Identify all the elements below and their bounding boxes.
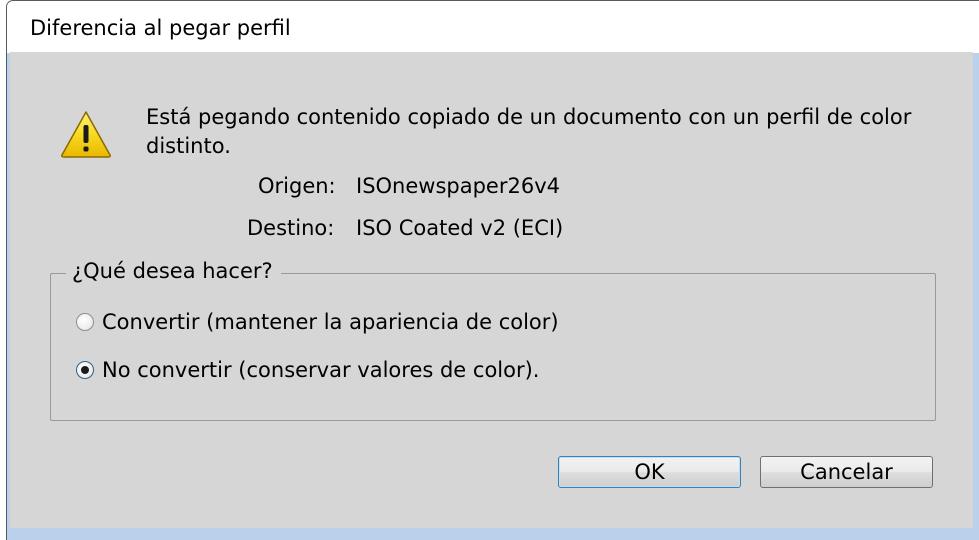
window-title: Diferencia al pegar perfil xyxy=(30,16,291,40)
ok-button[interactable]: OK xyxy=(558,456,741,488)
radio-no-convert-label[interactable]: No convertir (conservar valores de color… xyxy=(102,358,539,382)
radio-no-convert[interactable]: No convertir (conservar valores de color… xyxy=(76,356,539,384)
source-label: Origen: xyxy=(258,174,336,198)
radio-no-convert-button[interactable] xyxy=(76,361,94,379)
source-value: ISOnewspaper26v4 xyxy=(356,174,560,198)
warning-message: Está pegando contenido copiado de un doc… xyxy=(146,105,912,158)
cancel-button[interactable]: Cancelar xyxy=(760,456,933,488)
radio-convert[interactable]: Convertir (mantener la apariencia de col… xyxy=(76,308,559,336)
radio-convert-label[interactable]: Convertir (mantener la apariencia de col… xyxy=(102,310,559,334)
title-bar[interactable]: Diferencia al pegar perfil xyxy=(7,1,979,53)
destination-value: ISO Coated v2 (ECI) xyxy=(356,216,564,240)
options-groupbox xyxy=(50,273,936,421)
destination-label: Destino: xyxy=(247,216,335,240)
dialog-client-area-top xyxy=(10,52,973,85)
options-legend: ¿Qué desea hacer? xyxy=(66,259,281,283)
warning-icon xyxy=(61,111,111,158)
radio-convert-button[interactable] xyxy=(76,313,94,331)
